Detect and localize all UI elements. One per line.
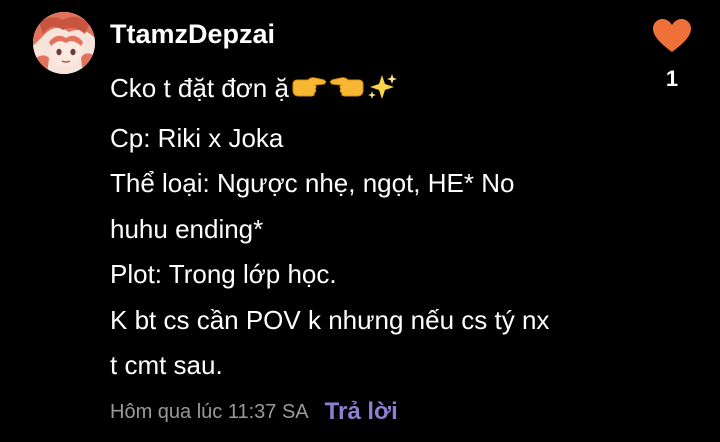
sparkles-icon bbox=[367, 70, 397, 116]
comment-line-3: Thể loại: Ngược nhẹ, ngọt, HE* No bbox=[110, 168, 515, 198]
like-button[interactable] bbox=[652, 18, 692, 54]
like-count: 1 bbox=[665, 66, 679, 91]
comment-line-2: Cp: Riki x Joka bbox=[110, 122, 284, 153]
avatar[interactable] bbox=[33, 12, 95, 74]
comment-line-7: t cmt sau. bbox=[110, 350, 223, 380]
comment-timestamp: Hôm qua lúc 11:37 SA bbox=[110, 400, 309, 423]
comment-line-1-text: Cko t đặt đơn ặ bbox=[110, 73, 289, 103]
comment-username[interactable]: TtamzDepzai bbox=[110, 16, 275, 52]
heart-icon bbox=[653, 19, 691, 52]
pointing-right-hand-icon bbox=[291, 70, 327, 116]
comment-line-4: huhu ending* bbox=[110, 213, 264, 244]
comment-line-5: Plot: Trong lớp học. bbox=[110, 259, 337, 289]
comment-footer: Hôm qua lúc 11:37 SA Trả lời bbox=[110, 396, 398, 428]
avatar-image bbox=[33, 12, 95, 74]
reply-button[interactable]: Trả lời bbox=[325, 398, 398, 426]
comment-body: Cko t đặt đơn ặ Cp: Riki x Joka Thể loại… bbox=[110, 66, 630, 389]
comment-line-6: K bt cs cần POV k nhưng nếu cs tý nx bbox=[110, 304, 550, 335]
comment-line-1: Cko t đặt đơn ặ bbox=[110, 66, 630, 116]
pointing-left-hand-icon bbox=[329, 70, 365, 116]
